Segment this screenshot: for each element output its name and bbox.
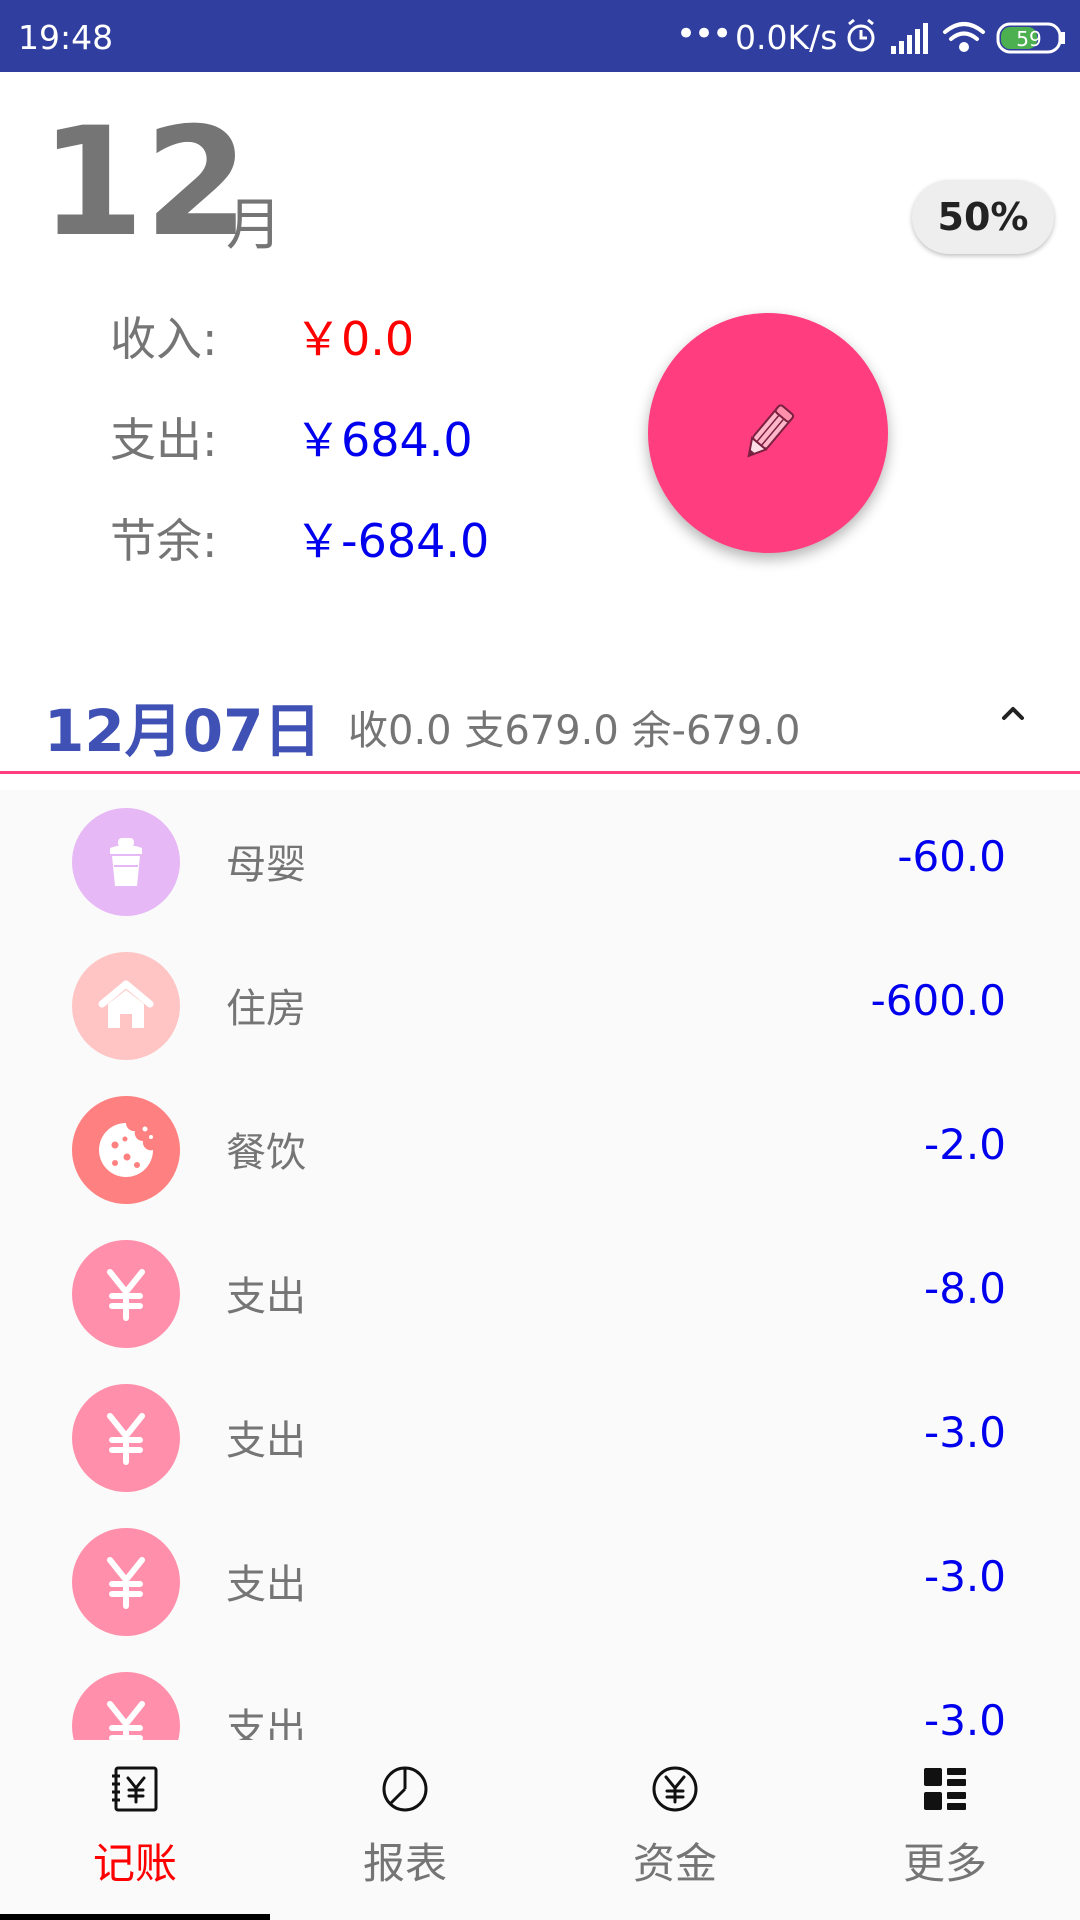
record-amount: -600.0	[870, 976, 1006, 1025]
income-label: 收入:	[110, 312, 218, 366]
expense-label: 支出:	[110, 413, 218, 467]
record-label: 母婴	[226, 842, 306, 888]
nav-item-funds[interactable]: 资金	[540, 1740, 810, 1920]
list-item[interactable]: 住房 -600.0	[0, 934, 1080, 1078]
chevron-up-icon[interactable]	[998, 698, 1028, 728]
records-list[interactable]: 母婴 -60.0 住房 -600.0 餐饮 -2.0 支出 -8.0 支出 -3…	[0, 790, 1080, 1740]
baby-bottle-icon	[72, 808, 180, 916]
record-amount: -8.0	[924, 1264, 1006, 1313]
record-amount: -2.0	[924, 1120, 1006, 1169]
alarm-icon	[847, 18, 875, 52]
add-record-button[interactable]	[648, 313, 888, 553]
wifi-icon	[943, 22, 985, 52]
grid-icon	[924, 1768, 966, 1810]
status-time: 19:48	[18, 18, 114, 57]
list-item[interactable]: 支出 -8.0	[0, 1222, 1080, 1366]
nav-label: 资金	[632, 1839, 717, 1888]
balance-label: 节余:	[110, 514, 218, 568]
list-item[interactable]: 支出 -3.0	[0, 1654, 1080, 1740]
day-summary: 收0.0 支679.0 余-679.0	[348, 708, 801, 754]
record-label: 住房	[226, 986, 306, 1032]
balance-value: ￥-684.0	[295, 514, 490, 568]
expense-value: ￥684.0	[295, 413, 473, 467]
record-label: 支出	[226, 1418, 306, 1464]
pie-chart-icon	[382, 1766, 428, 1812]
nav-item-ledger[interactable]: 记账	[0, 1740, 270, 1920]
record-amount: -3.0	[924, 1552, 1006, 1601]
signal-icon	[891, 23, 928, 54]
cookie-icon	[72, 1096, 180, 1204]
record-label: 支出	[226, 1274, 306, 1320]
month-unit: 月	[226, 193, 282, 258]
bottom-nav: 记账 报表 资金 更多	[0, 1740, 1080, 1920]
day-divider	[0, 771, 1080, 774]
status-more-dots: •••	[676, 14, 732, 54]
nav-item-report[interactable]: 报表	[270, 1740, 540, 1920]
ledger-icon	[112, 1766, 158, 1812]
nav-label: 报表	[362, 1839, 447, 1888]
pencil-icon	[747, 404, 794, 458]
month-number: 12	[40, 96, 249, 270]
list-item[interactable]: 支出 -3.0	[0, 1510, 1080, 1654]
record-amount: -3.0	[924, 1408, 1006, 1457]
nav-label: 记账	[92, 1839, 177, 1888]
list-item[interactable]: 支出 -3.0	[0, 1366, 1080, 1510]
svg-text:59: 59	[1016, 27, 1041, 51]
record-label: 支出	[226, 1562, 306, 1608]
day-title: 12月07日	[44, 697, 322, 765]
nav-label: 更多	[902, 1839, 987, 1888]
battery-icon: 59	[996, 22, 1065, 54]
budget-percent-button[interactable]: 50%	[912, 180, 1054, 254]
record-amount: -3.0	[924, 1696, 1006, 1740]
record-amount: -60.0	[897, 832, 1006, 881]
record-label: 餐饮	[226, 1130, 306, 1176]
yen-icon	[72, 1528, 180, 1636]
yen-icon	[72, 1240, 180, 1348]
nav-item-more[interactable]: 更多	[810, 1740, 1080, 1920]
yen-icon	[72, 1672, 180, 1740]
yen-circle-icon	[652, 1766, 698, 1812]
record-label: 支出	[226, 1706, 306, 1740]
active-tab-indicator	[0, 1914, 270, 1920]
network-speed: 0.0K/s	[735, 18, 838, 57]
house-icon	[72, 952, 180, 1060]
income-value: ￥0.0	[295, 312, 415, 366]
list-item[interactable]: 餐饮 -2.0	[0, 1078, 1080, 1222]
list-item[interactable]: 母婴 -60.0	[0, 790, 1080, 934]
status-bar: 19:48 ••• 0.0K/s 59	[0, 0, 1080, 72]
status-icons: 59	[847, 18, 1065, 54]
yen-icon	[72, 1384, 180, 1492]
